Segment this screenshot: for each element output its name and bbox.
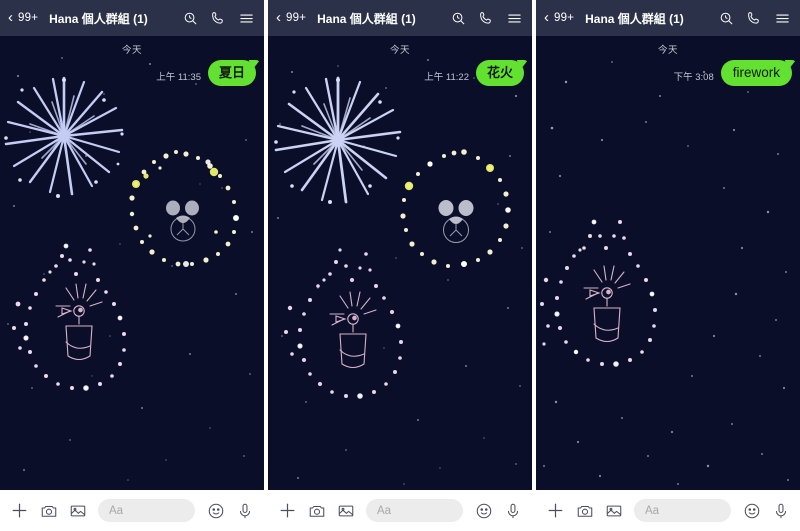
message-input-placeholder: Aa [377, 504, 392, 517]
radial-burst [4, 76, 124, 198]
screenshot-triptych: ‹ 99+ Hana 個人群組 (1) 今天 上午 11:35 夏日 Aa ‹ … [0, 0, 800, 531]
message-row: 上午 11:35 夏日 [156, 60, 256, 86]
microphone-icon[interactable] [770, 500, 791, 521]
chevron-left-icon[interactable]: ‹ [6, 10, 14, 27]
chevron-left-icon[interactable]: ‹ [542, 10, 550, 27]
page-title: Hana 個人群組 (1) [49, 11, 148, 26]
chat-message-area: 今天 上午 11:35 夏日 [0, 36, 264, 490]
chat-screen-2: ‹ 99+ Hana 個人群組 (1) 今天 上午 11:22 花火 Aa [268, 0, 532, 531]
message-toolbar: Aa [536, 490, 800, 531]
message-toolbar: Aa [268, 490, 532, 531]
call-icon[interactable] [747, 11, 762, 26]
header-left-group: ‹ 99+ Hana 個人群組 (1) [6, 10, 183, 27]
plus-icon[interactable] [9, 500, 30, 521]
message-toolbar: Aa [0, 490, 264, 531]
firework-effect-1 [0, 36, 264, 490]
header-actions [183, 11, 256, 26]
message-timestamp: 下午 3:08 [673, 72, 714, 83]
search-icon[interactable] [183, 11, 198, 26]
camera-icon[interactable] [38, 500, 59, 521]
chat-header: ‹ 99+ Hana 個人群組 (1) [0, 0, 264, 36]
chat-header: ‹ 99+ Hana 個人群組 (1) [268, 0, 532, 36]
microphone-icon[interactable] [234, 500, 255, 521]
message-bubble[interactable]: 花火 [475, 60, 524, 86]
unread-badge[interactable]: 99+ [286, 12, 306, 24]
date-divider: 今天 [389, 45, 410, 56]
message-input[interactable]: Aa [98, 499, 195, 522]
message-bubble[interactable]: firework [720, 60, 792, 86]
message-input[interactable]: Aa [634, 499, 731, 522]
search-icon[interactable] [719, 11, 734, 26]
smiley-icon[interactable] [473, 500, 494, 521]
chat-screen-1: ‹ 99+ Hana 個人群組 (1) 今天 上午 11:35 夏日 Aa [0, 0, 264, 531]
firework-effect-3 [536, 36, 800, 490]
search-icon[interactable] [451, 11, 466, 26]
message-bubble[interactable]: 夏日 [207, 60, 256, 86]
message-row: 下午 3:08 firework [674, 60, 792, 86]
bear-firework [400, 149, 511, 268]
header-actions [451, 11, 524, 26]
rabbit-firework [284, 248, 403, 399]
gallery-icon[interactable] [67, 500, 88, 521]
unread-badge[interactable]: 99+ [18, 12, 38, 24]
header-actions [719, 11, 792, 26]
menu-icon[interactable] [239, 11, 254, 26]
rabbit-firework [12, 243, 126, 391]
chat-message-area: 今天 下午 3:08 firework [536, 36, 800, 490]
gallery-icon[interactable] [335, 500, 356, 521]
rabbit-firework [540, 219, 657, 367]
page-title: Hana 個人群組 (1) [317, 11, 416, 26]
plus-icon[interactable] [277, 500, 298, 521]
call-icon[interactable] [211, 11, 226, 26]
chat-message-area: 今天 上午 11:22 花火 [268, 36, 532, 490]
microphone-icon[interactable] [502, 500, 523, 521]
radial-burst [274, 76, 402, 204]
call-icon[interactable] [479, 11, 494, 26]
menu-icon[interactable] [507, 11, 522, 26]
gallery-icon[interactable] [603, 500, 624, 521]
date-divider: 今天 [121, 45, 142, 56]
unread-badge[interactable]: 99+ [554, 12, 574, 24]
date-divider: 今天 [657, 45, 678, 56]
message-input-placeholder: Aa [645, 504, 660, 517]
smiley-icon[interactable] [205, 500, 226, 521]
smiley-icon[interactable] [741, 500, 762, 521]
firework-effect-2 [268, 36, 532, 490]
menu-icon[interactable] [775, 11, 790, 26]
message-timestamp: 上午 11:35 [156, 72, 201, 83]
camera-icon[interactable] [306, 500, 327, 521]
bear-firework [129, 150, 239, 267]
message-row: 上午 11:22 花火 [424, 60, 524, 86]
camera-icon[interactable] [574, 500, 595, 521]
chat-header: ‹ 99+ Hana 個人群組 (1) [536, 0, 800, 36]
header-left-group: ‹ 99+ Hana 個人群組 (1) [542, 10, 719, 27]
header-left-group: ‹ 99+ Hana 個人群組 (1) [274, 10, 451, 27]
plus-icon[interactable] [545, 500, 566, 521]
message-input[interactable]: Aa [366, 499, 463, 522]
chevron-left-icon[interactable]: ‹ [274, 10, 282, 27]
message-timestamp: 上午 11:22 [424, 72, 469, 83]
page-title: Hana 個人群組 (1) [585, 11, 684, 26]
chat-screen-3: ‹ 99+ Hana 個人群組 (1) 今天 下午 3:08 firework … [536, 0, 800, 531]
message-input-placeholder: Aa [109, 504, 124, 517]
